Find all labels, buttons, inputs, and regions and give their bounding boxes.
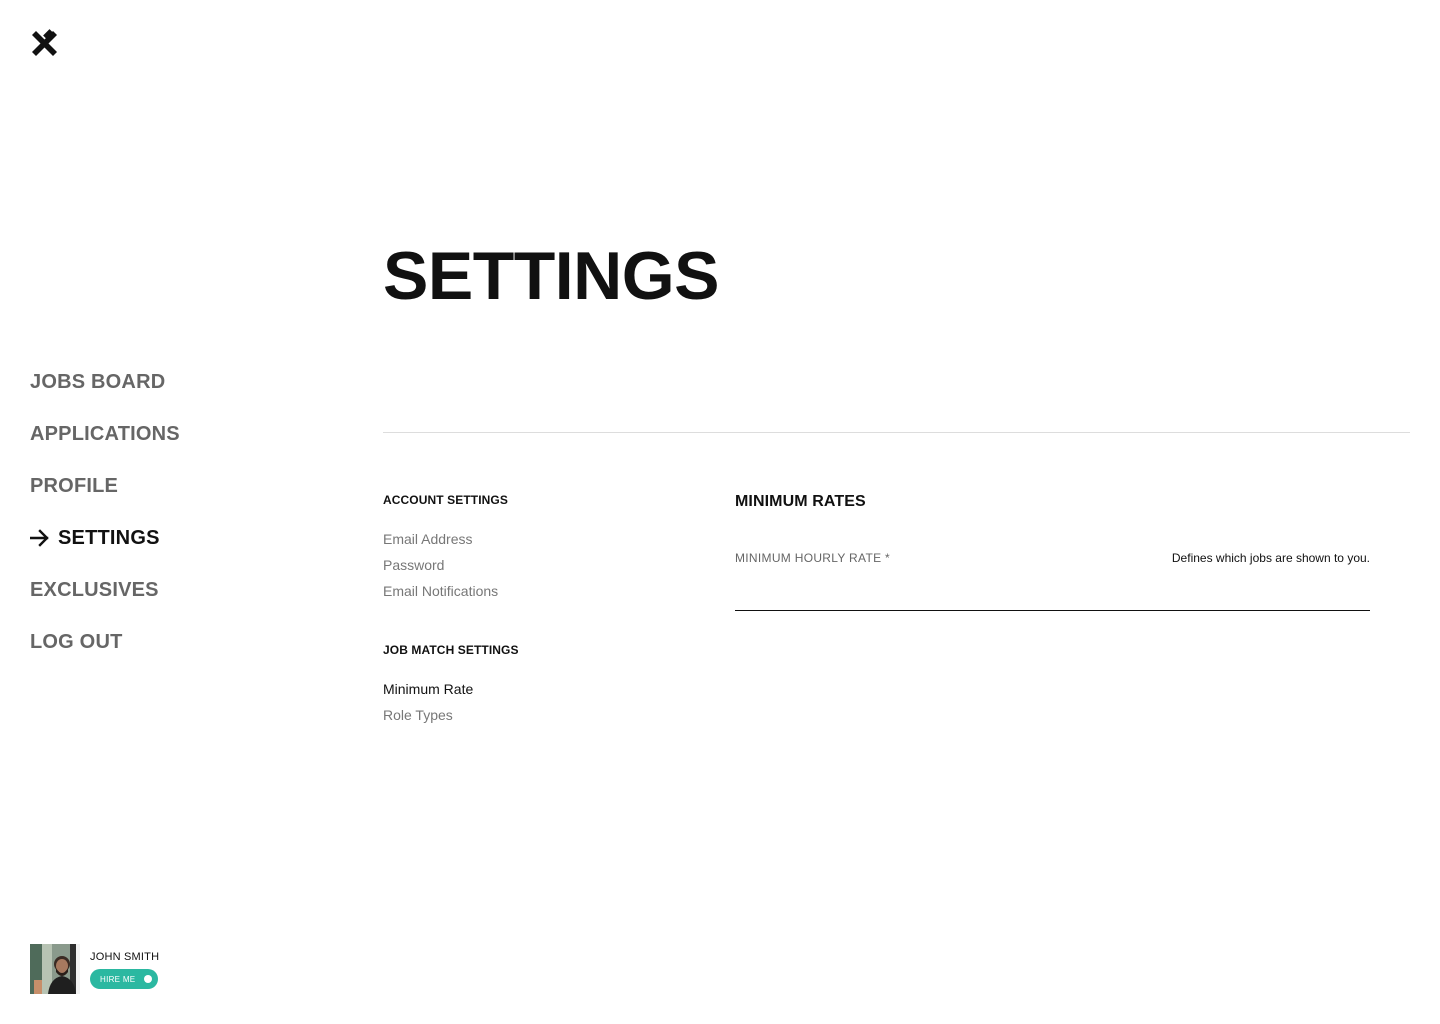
hire-me-toggle[interactable]: HIRE ME xyxy=(90,969,159,989)
menu-link-minimum-rate[interactable]: Minimum Rate xyxy=(383,676,683,702)
nav-item-label: SETTINGS xyxy=(58,526,160,549)
page-title: SETTINGS xyxy=(383,238,720,314)
profile-info: JOHN SMITH HIRE ME xyxy=(90,944,159,989)
nav-item-profile[interactable]: PROFILE xyxy=(30,472,330,500)
profile-name: JOHN SMITH xyxy=(90,951,160,963)
nav-item-label: APPLICATIONS xyxy=(30,422,180,445)
job-match-settings-list: Minimum Rate Role Types xyxy=(383,676,683,728)
panel-title: MINIMUM RATES xyxy=(735,493,866,510)
main-nav: JOBS BOARD APPLICATIONS PROFILE SETTINGS… xyxy=(29,368,330,680)
brand-logo-icon[interactable] xyxy=(30,29,59,58)
menu-link-email-address[interactable]: Email Address xyxy=(383,526,683,552)
avatar[interactable] xyxy=(30,944,80,994)
nav-item-label: PROFILE xyxy=(30,474,119,497)
user-profile: JOHN SMITH HIRE ME xyxy=(30,944,159,994)
nav-item-label: EXCLUSIVES xyxy=(30,578,159,601)
toggle-knob-icon xyxy=(144,975,153,983)
menu-link-role-types[interactable]: Role Types xyxy=(383,702,683,728)
minimum-hourly-rate-input[interactable] xyxy=(735,584,1370,611)
hire-me-label: HIRE ME xyxy=(100,974,136,984)
nav-item-exclusives[interactable]: EXCLUSIVES xyxy=(30,576,330,604)
account-settings-list: Email Address Password Email Notificatio… xyxy=(383,526,683,604)
menu-link-password[interactable]: Password xyxy=(383,552,683,578)
nav-item-log-out[interactable]: LOG OUT xyxy=(30,628,330,656)
minimum-hourly-rate-label: MINIMUM HOURLY RATE * xyxy=(735,551,890,565)
nav-item-jobs-board[interactable]: JOBS BOARD xyxy=(30,368,330,396)
divider xyxy=(383,432,1410,433)
nav-item-settings[interactable]: SETTINGS xyxy=(29,524,330,552)
account-settings-heading: ACCOUNT SETTINGS xyxy=(383,493,508,507)
settings-page: JOBS BOARD APPLICATIONS PROFILE SETTINGS… xyxy=(0,0,1440,1024)
menu-link-email-notifications[interactable]: Email Notifications xyxy=(383,578,683,604)
nav-item-label: JOBS BOARD xyxy=(30,370,166,393)
nav-item-label: LOG OUT xyxy=(30,630,123,653)
field-hint: Defines which jobs are shown to you. xyxy=(1171,551,1370,565)
settings-menu: ACCOUNT SETTINGS Email Address Password … xyxy=(383,492,683,766)
job-match-settings-heading: JOB MATCH SETTINGS xyxy=(383,643,519,657)
nav-item-applications[interactable]: APPLICATIONS xyxy=(30,420,330,448)
minimum-rates-panel: MINIMUM RATES MINIMUM HOURLY RATE * Defi… xyxy=(735,492,1370,611)
arrow-right-icon xyxy=(29,528,50,548)
field-header: MINIMUM HOURLY RATE * Defines which jobs… xyxy=(735,550,1370,566)
